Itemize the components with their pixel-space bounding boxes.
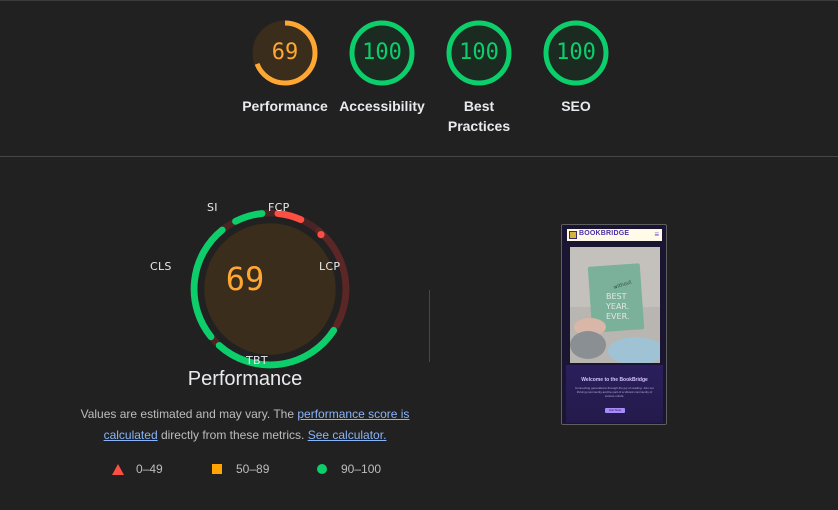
- legend-pass-range: 90–100: [341, 462, 382, 476]
- page-screenshot-thumbnail[interactable]: BOOKBRIDGE ≡ without BEST YEAR. EVER. We…: [561, 224, 667, 425]
- performance-big-score: 69: [225, 260, 265, 298]
- screenshot-description: Connecting generations through the joy o…: [575, 386, 654, 398]
- si-arc: [232, 210, 266, 225]
- screenshot-welcome-section: Welcome to the BookBridge Connecting gen…: [566, 365, 663, 423]
- circle-icon: [317, 464, 327, 474]
- see-calculator-link[interactable]: See calculator.: [308, 428, 387, 442]
- gauge-performance[interactable]: 69 Performance: [235, 20, 335, 116]
- fcp-arc: [274, 210, 305, 224]
- performance-label: Performance: [242, 98, 328, 114]
- category-gauges: 69 Performance 100 Accessibility 100 Bes…: [0, 0, 838, 156]
- hamburger-menu-icon: ≡: [654, 230, 659, 239]
- triangle-icon: [112, 464, 124, 475]
- note-text-2: directly from these metrics.: [160, 428, 305, 442]
- fcp-dot: [317, 230, 325, 239]
- best-practices-label: Best Practices: [429, 96, 529, 136]
- square-icon: [212, 464, 222, 474]
- book-title-line2: YEAR.: [605, 302, 629, 311]
- gauge-best-practices[interactable]: 100 Best Practices: [429, 20, 529, 136]
- screenshot-welcome: Welcome to the BookBridge: [581, 377, 648, 383]
- screenshot-join-button: Join Now: [605, 408, 625, 413]
- book-title-line3: EVER.: [606, 312, 629, 321]
- book-title-line1: BEST: [606, 292, 627, 301]
- gauge-accessibility[interactable]: 100 Accessibility: [332, 20, 432, 116]
- note-text-1: Values are estimated and may vary. The: [80, 407, 295, 421]
- metric-label-tbt: TBT: [246, 354, 268, 367]
- gauge-seo[interactable]: 100 SEO: [526, 20, 626, 116]
- seo-score: 100: [556, 40, 596, 65]
- estimate-note: Values are estimated and may vary. The p…: [70, 404, 420, 446]
- accessibility-label: Accessibility: [339, 98, 425, 114]
- screenshot-header: BOOKBRIDGE ≡: [567, 229, 662, 241]
- performance-title: Performance: [187, 368, 303, 390]
- book-photo: without BEST YEAR. EVER.: [570, 247, 660, 363]
- best-practices-label-line1: Best: [463, 98, 495, 114]
- accessibility-score: 100: [362, 40, 402, 65]
- legend-fail-range: 0–49: [136, 462, 163, 476]
- metric-label-si: SI: [207, 201, 218, 214]
- screenshot-hero-image: without BEST YEAR. EVER.: [570, 247, 660, 363]
- legend-average-range: 50–89: [236, 462, 270, 476]
- book-logo-icon: [569, 231, 577, 239]
- performance-score: 69: [271, 40, 299, 65]
- screenshot-logo: BOOKBRIDGE: [579, 230, 630, 237]
- vertical-separator: [429, 290, 430, 362]
- metric-label-fcp: FCP: [268, 201, 290, 214]
- section-divider: [0, 156, 838, 157]
- best-practices-label-line2: Practices: [447, 118, 511, 134]
- seo-label: SEO: [561, 98, 591, 114]
- best-practices-score: 100: [459, 40, 499, 65]
